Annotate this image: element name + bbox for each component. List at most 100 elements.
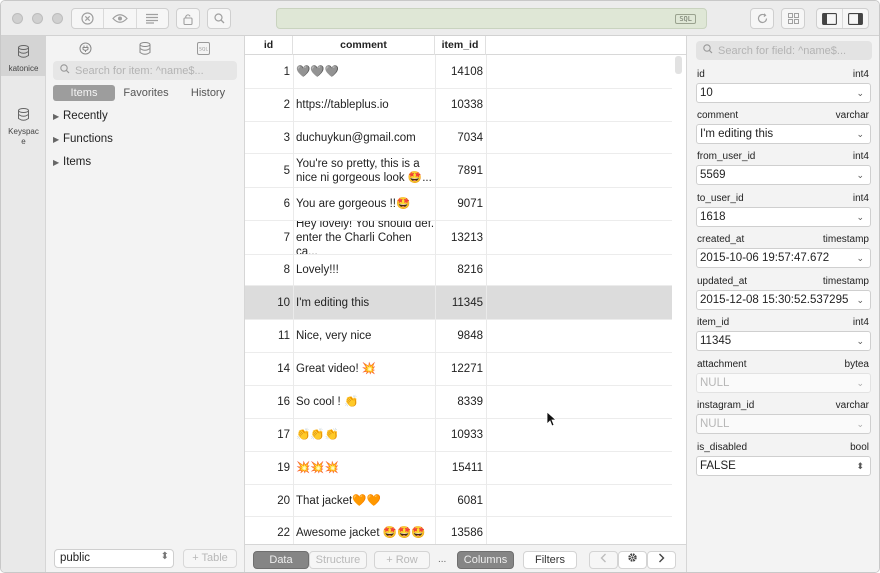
cell-item-id[interactable]: 10338: [435, 89, 486, 121]
field-value-input[interactable]: 10 ⌄: [696, 83, 871, 103]
chevron-right-icon[interactable]: [647, 551, 676, 569]
cell-item-id[interactable]: 8339: [435, 386, 486, 418]
cell-comment[interactable]: https://tableplus.io: [293, 89, 435, 121]
cell-id[interactable]: 5: [245, 154, 293, 187]
vertical-scrollbar[interactable]: [675, 56, 682, 74]
search-icon[interactable]: [207, 8, 231, 29]
window-zoom-button[interactable]: [52, 13, 63, 24]
field-value-input[interactable]: 2015-12-08 15:30:52.537295 ⌄: [696, 290, 871, 310]
cell-item-id[interactable]: 10933: [435, 419, 486, 451]
tree-item-items[interactable]: ▶ Items: [53, 156, 91, 168]
plug-icon[interactable]: [79, 42, 92, 58]
cell-id[interactable]: 16: [245, 386, 293, 418]
cell-id[interactable]: 8: [245, 255, 293, 285]
grid-icon[interactable]: [781, 8, 805, 29]
tree-item-functions[interactable]: ▶ Functions: [53, 133, 113, 145]
table-row[interactable]: 3 duchuykun@gmail.com 7034: [245, 122, 672, 154]
cell-item-id[interactable]: 13213: [435, 221, 486, 254]
cell-item-id[interactable]: 11345: [435, 286, 486, 319]
tab-history[interactable]: History: [177, 85, 239, 101]
item-search-input[interactable]: Search for item: ^name$...: [53, 61, 237, 80]
table-row[interactable]: 6 You are gorgeous !!🤩 9071: [245, 188, 672, 221]
cell-comment[interactable]: 👏👏👏: [293, 419, 435, 451]
more-options-button[interactable]: ...: [438, 554, 446, 565]
table-row[interactable]: 8 Lovely!!! 8216: [245, 255, 672, 286]
table-row[interactable]: 7 Hey lovely! You should def. enter the C…: [245, 221, 672, 255]
eye-icon[interactable]: [104, 9, 137, 28]
rail-item-keyspace[interactable]: Keyspace: [1, 106, 46, 150]
cell-item-id[interactable]: 7034: [435, 122, 486, 153]
cell-id[interactable]: 1: [245, 55, 293, 88]
window-close-button[interactable]: [12, 13, 23, 24]
field-search-input[interactable]: Search for field: ^name$...: [696, 41, 872, 60]
table-row[interactable]: 2 https://tableplus.io 10338: [245, 89, 672, 122]
add-table-button[interactable]: + Table: [183, 549, 237, 568]
database-icon[interactable]: [139, 42, 151, 58]
cell-comment[interactable]: Great video! 💥: [293, 353, 435, 385]
cell-id[interactable]: 11: [245, 320, 293, 352]
sql-file-icon[interactable]: SQL: [197, 42, 210, 58]
cell-id[interactable]: 7: [245, 221, 293, 254]
cell-comment[interactable]: So cool ! 👏: [293, 386, 435, 418]
column-header-comment[interactable]: comment: [293, 36, 435, 55]
cell-comment[interactable]: duchuykun@gmail.com: [293, 122, 435, 153]
column-header-id[interactable]: id: [245, 36, 293, 55]
field-value-input[interactable]: 5569 ⌄: [696, 165, 871, 185]
data-tab-button[interactable]: Data: [253, 551, 309, 569]
chevron-left-icon[interactable]: [589, 551, 618, 569]
close-circle-icon[interactable]: [72, 9, 105, 28]
refresh-icon[interactable]: [750, 8, 774, 29]
lock-icon[interactable]: [176, 8, 200, 29]
cell-comment[interactable]: 💥💥💥: [293, 452, 435, 484]
cell-item-id[interactable]: 14108: [435, 55, 486, 88]
table-row[interactable]: 10 I'm editing this 11345: [245, 286, 672, 320]
cell-item-id[interactable]: 9848: [435, 320, 486, 352]
cell-item-id[interactable]: 6081: [435, 485, 486, 516]
left-panel-icon[interactable]: [817, 9, 843, 28]
field-value-input[interactable]: 1618 ⌄: [696, 207, 871, 227]
connection-status-bar[interactable]: SQL: [276, 8, 707, 29]
field-value-input[interactable]: I'm editing this ⌄: [696, 124, 871, 144]
structure-tab-button[interactable]: Structure: [309, 551, 367, 569]
table-row[interactable]: 5 You're so pretty, this is a nice ni gor…: [245, 154, 672, 188]
cell-comment[interactable]: Lovely!!!: [293, 255, 435, 285]
cell-comment[interactable]: 🩶🩶🩶: [293, 55, 435, 88]
filters-button[interactable]: Filters: [523, 551, 577, 569]
cell-item-id[interactable]: 15411: [435, 452, 486, 484]
window-minimize-button[interactable]: [32, 13, 43, 24]
field-value-input[interactable]: 2015-10-06 19:57:47.672 ⌄: [696, 248, 871, 268]
table-row[interactable]: 19 💥💥💥 15411: [245, 452, 672, 485]
cell-comment[interactable]: You are gorgeous !!🤩: [293, 188, 435, 220]
table-row[interactable]: 11 Nice, very nice 9848: [245, 320, 672, 353]
column-header-item-id[interactable]: item_id: [435, 36, 486, 55]
cell-id[interactable]: 10: [245, 286, 293, 319]
add-row-button[interactable]: + Row: [374, 551, 430, 569]
cell-comment[interactable]: You're so pretty, this is a nice ni gorg…: [293, 154, 435, 187]
cell-item-id[interactable]: 12271: [435, 353, 486, 385]
table-row[interactable]: 17 👏👏👏 10933: [245, 419, 672, 452]
cell-comment[interactable]: That jacket🧡🧡: [293, 485, 435, 516]
field-value-input[interactable]: 11345 ⌄: [696, 331, 871, 351]
field-value-input[interactable]: NULL ⌄: [696, 414, 871, 434]
schema-select[interactable]: public ⬍: [54, 549, 174, 568]
cell-id[interactable]: 17: [245, 419, 293, 451]
field-value-input[interactable]: FALSE ⬍: [696, 456, 871, 476]
cell-item-id[interactable]: 8216: [435, 255, 486, 285]
cell-item-id[interactable]: 7891: [435, 154, 486, 187]
cell-id[interactable]: 6: [245, 188, 293, 220]
cell-item-id[interactable]: 9071: [435, 188, 486, 220]
right-panel-icon[interactable]: [843, 9, 868, 28]
cell-id[interactable]: 3: [245, 122, 293, 153]
tab-items[interactable]: Items: [53, 85, 115, 101]
cell-comment[interactable]: Nice, very nice: [293, 320, 435, 352]
cell-id[interactable]: 19: [245, 452, 293, 484]
list-icon[interactable]: [137, 9, 168, 28]
cell-id[interactable]: 14: [245, 353, 293, 385]
table-row[interactable]: 20 That jacket🧡🧡 6081: [245, 485, 672, 517]
tree-item-recently[interactable]: ▶ Recently: [53, 110, 108, 122]
cell-comment[interactable]: Hey lovely! You should def. enter the Ch…: [293, 221, 435, 254]
columns-button[interactable]: Columns: [457, 551, 514, 569]
cell-id[interactable]: 2: [245, 89, 293, 121]
table-row[interactable]: 16 So cool ! 👏 8339: [245, 386, 672, 419]
tab-favorites[interactable]: Favorites: [115, 85, 177, 101]
